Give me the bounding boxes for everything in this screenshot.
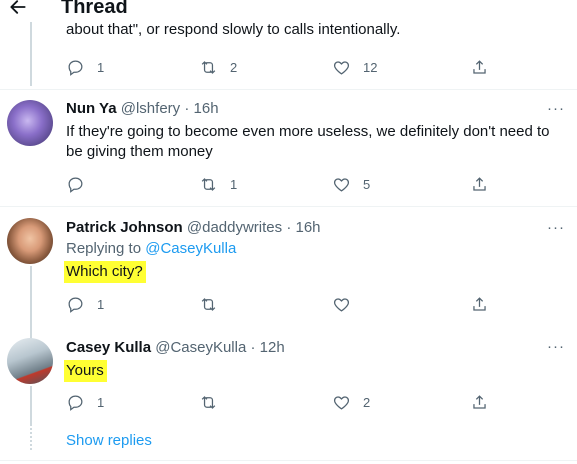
highlighted-text: Yours	[64, 360, 107, 382]
tweet-actions: 1 5	[66, 175, 496, 195]
timestamp[interactable]: 16h	[194, 100, 219, 117]
author-handle[interactable]: @daddywrites	[187, 219, 282, 236]
share-icon	[473, 395, 486, 409]
separator: ·	[286, 219, 292, 236]
reply-icon	[68, 395, 83, 411]
tweet-text: about that", or respond slowly to calls …	[66, 21, 401, 38]
share-icon	[473, 177, 486, 191]
share-icon	[473, 297, 486, 311]
tweet-meta: Casey Kulla @CaseyKulla · 12h	[66, 338, 557, 358]
thread-header: Thread	[0, 0, 577, 22]
reply-icon	[68, 177, 83, 193]
share-button[interactable]	[470, 393, 489, 412]
share-button[interactable]	[470, 295, 489, 314]
heart-icon	[333, 61, 350, 75]
replying-prefix: Replying to	[66, 240, 146, 257]
author-name[interactable]: Casey Kulla	[66, 339, 151, 356]
retweet-icon	[201, 61, 216, 74]
previous-tweet[interactable]: about that", or respond slowly to calls …	[66, 21, 557, 40]
mention-link[interactable]: @CaseyKulla	[145, 240, 236, 257]
avatar[interactable]	[7, 338, 53, 384]
reply-button[interactable]: 1	[66, 295, 104, 314]
thread-line	[30, 386, 32, 426]
retweet-count: 2	[230, 60, 238, 75]
highlighted-text: Which city?	[64, 261, 146, 283]
author-handle[interactable]: @CaseyKulla	[155, 339, 246, 356]
retweet-icon	[201, 298, 216, 311]
show-replies-link[interactable]: Show replies	[66, 432, 152, 449]
retweet-icon	[201, 396, 216, 409]
divider	[0, 460, 577, 461]
reply-count: 1	[97, 395, 105, 410]
tweet-actions: 1 2	[66, 393, 496, 413]
tweet-meta: Nun Ya @lshfery · 16h	[66, 99, 557, 119]
replying-to: Replying to @CaseyKulla	[66, 239, 557, 259]
tweet-actions: 1 2 12	[66, 58, 496, 78]
like-button[interactable]: 2	[332, 393, 370, 412]
share-button[interactable]	[470, 58, 489, 77]
like-button[interactable]: 5	[332, 175, 370, 194]
heart-icon	[333, 396, 350, 410]
author-name[interactable]: Nun Ya	[66, 100, 117, 117]
reply-icon	[68, 60, 83, 76]
retweet-button[interactable]	[199, 393, 230, 412]
like-button[interactable]	[332, 295, 363, 314]
like-count: 12	[363, 60, 378, 75]
reply-count: 1	[97, 60, 105, 75]
tweet[interactable]: Patrick Johnson @daddywrites · 16h Reply…	[64, 218, 557, 283]
separator: ·	[184, 100, 190, 117]
like-button[interactable]: 12	[332, 58, 377, 77]
tweet[interactable]: Nun Ya @lshfery · 16h If they're going t…	[66, 99, 557, 162]
author-name[interactable]: Patrick Johnson	[66, 219, 183, 236]
author-handle[interactable]: @lshfery	[121, 100, 180, 117]
retweet-button[interactable]: 2	[199, 58, 237, 77]
like-count: 5	[363, 177, 371, 192]
reply-count: 1	[97, 297, 105, 312]
back-arrow-icon[interactable]	[8, 0, 28, 22]
heart-icon	[333, 298, 350, 312]
avatar[interactable]	[7, 218, 53, 264]
share-icon	[473, 60, 486, 74]
reply-button[interactable]	[66, 175, 97, 194]
tweet-text: If they're going to become even more use…	[66, 123, 550, 160]
retweet-button[interactable]	[199, 295, 230, 314]
thread-dotted-line	[30, 428, 34, 450]
tweet-actions: 1	[66, 295, 496, 315]
tweet-meta: Patrick Johnson @daddywrites · 16h	[66, 218, 557, 238]
divider	[0, 89, 577, 90]
retweet-button[interactable]: 1	[199, 175, 237, 194]
reply-icon	[68, 297, 83, 313]
retweet-count: 1	[230, 177, 238, 192]
reply-button[interactable]: 1	[66, 58, 104, 77]
divider	[0, 206, 577, 207]
reply-button[interactable]: 1	[66, 393, 104, 412]
tweet[interactable]: Casey Kulla @CaseyKulla · 12h Yours	[64, 338, 557, 382]
thread-line	[30, 266, 32, 344]
avatar[interactable]	[7, 100, 53, 146]
like-count: 2	[363, 395, 371, 410]
timestamp[interactable]: 12h	[260, 339, 285, 356]
tweet-text: Which city?	[64, 261, 557, 283]
tweet-text: Yours	[64, 360, 557, 382]
heart-icon	[333, 178, 350, 192]
thread-line	[30, 22, 32, 86]
separator: ·	[250, 339, 256, 356]
page-title: Thread	[61, 0, 128, 18]
share-button[interactable]	[470, 175, 489, 194]
retweet-icon	[201, 178, 216, 191]
timestamp[interactable]: 16h	[296, 219, 321, 236]
